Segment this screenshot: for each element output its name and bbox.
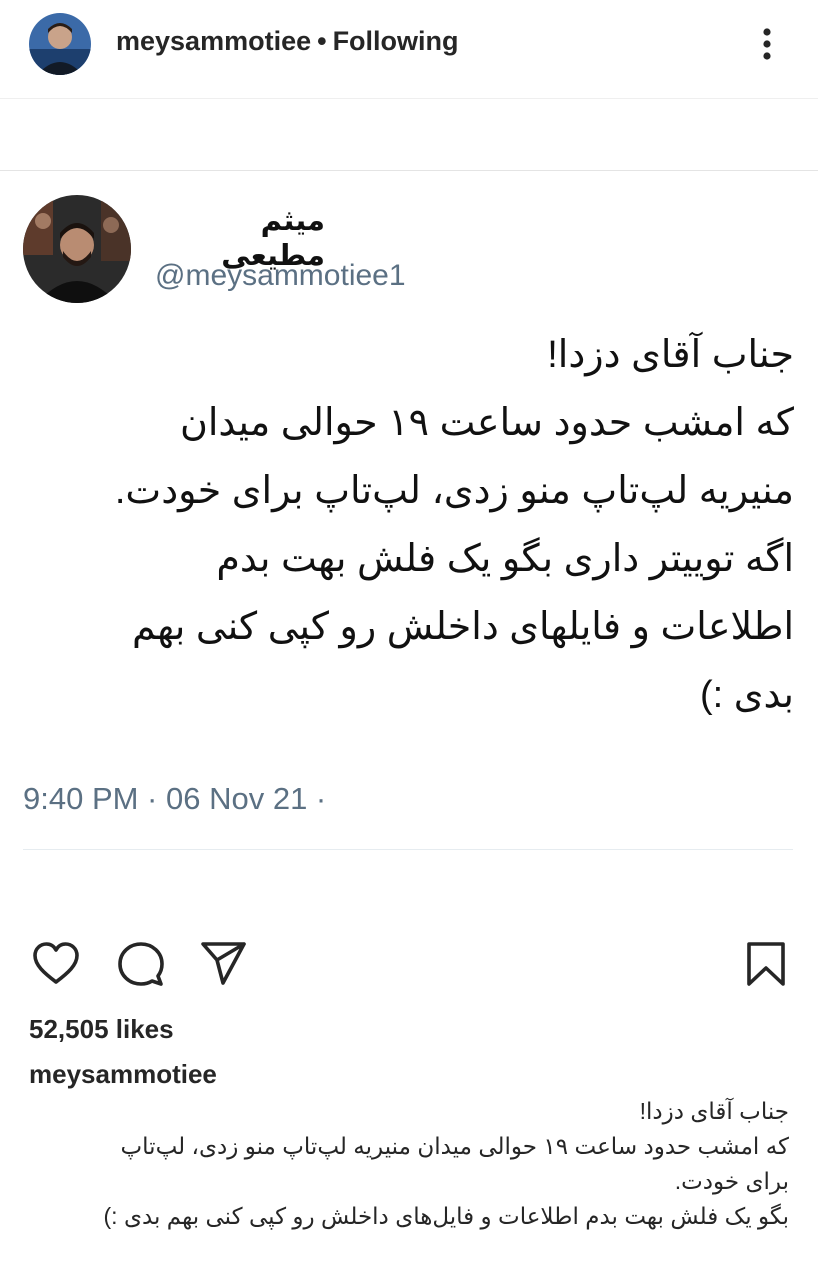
caption-line: که امشب حدود ساعت ۱۹ حوالی میدان منیریه … [120, 1133, 789, 1159]
comment-icon[interactable] [114, 938, 166, 990]
action-bar [0, 938, 818, 994]
tweet-line: که امشب حدود ساعت ۱۹ حوالی میدان [179, 402, 794, 444]
post-header: meysammotiee • Following [0, 0, 818, 99]
header-username[interactable]: meysammotiee [116, 26, 311, 56]
tweet-screenshot: میثم مطیعی @meysammotiee1 جناب آقای دزدا… [0, 170, 818, 891]
tweet-timestamp: 9:40 PM · 06 Nov 21 · [23, 781, 327, 816]
following-button[interactable]: Following [333, 26, 459, 56]
avatar[interactable] [29, 13, 91, 75]
tweet-handle: @meysammotiee1 [155, 259, 406, 292]
heart-icon[interactable] [30, 938, 82, 990]
tweet-line: جناب آقای دزدا! [547, 334, 794, 376]
caption-line: بگو یک فلش بهت بدم اطلاعات و فایل‌های دا… [103, 1203, 790, 1229]
divider [23, 849, 793, 850]
caption-username[interactable]: meysammotiee [29, 1059, 217, 1090]
tweet-line: منیریه لپ‌تاپ منو زدی، لپ‌تاپ برای خودت. [114, 470, 794, 512]
tweet-line: اگه توییتر داری بگو یک فلش بهت بدم [216, 538, 794, 580]
send-icon[interactable] [198, 938, 250, 990]
bookmark-icon[interactable] [740, 938, 792, 990]
tweet-line: بدی :) [699, 674, 794, 716]
caption-line: جناب آقای دزدا! [639, 1098, 789, 1124]
more-vertical-icon[interactable] [750, 24, 784, 68]
likes-count[interactable]: 52,505 likes [29, 1014, 174, 1045]
caption-line: برای خودت. [674, 1168, 789, 1194]
tweet-avatar [23, 195, 131, 303]
header-separator: • [317, 26, 327, 56]
header-user: meysammotiee • Following [116, 26, 459, 57]
caption-text: جناب آقای دزدا! که امشب حدود ساعت ۱۹ حوا… [29, 1094, 790, 1234]
tweet-line: اطلاعات و فایلهای داخلش رو کپی کنی بهم [131, 606, 794, 648]
tweet-text: جناب آقای دزدا! که امشب حدود ساعت ۱۹ حوا… [14, 321, 794, 729]
